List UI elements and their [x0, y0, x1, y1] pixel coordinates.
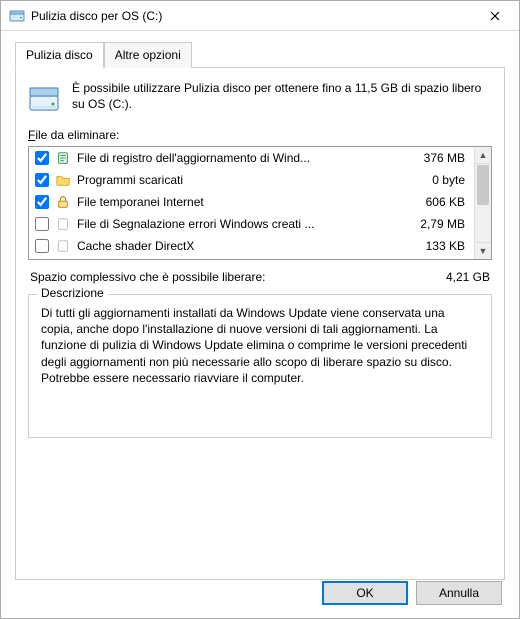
- tab-altre-opzioni[interactable]: Altre opzioni: [104, 42, 192, 68]
- file-checkbox[interactable]: [35, 217, 49, 231]
- cancel-button[interactable]: Annulla: [416, 581, 502, 605]
- file-name: Programmi scaricati: [77, 173, 389, 187]
- description-label: Descrizione: [37, 286, 108, 300]
- log-icon: [55, 150, 71, 166]
- file-name: File di Segnalazione errori Windows crea…: [77, 217, 389, 231]
- ok-button[interactable]: OK: [322, 581, 408, 605]
- close-button[interactable]: [475, 2, 515, 30]
- file-size: 376 MB: [389, 151, 469, 165]
- file-list: File di registro dell'aggiornamento di W…: [28, 146, 492, 260]
- folder-icon: [55, 172, 71, 188]
- titlebar: Pulizia disco per OS (C:): [1, 1, 519, 31]
- blank-icon: [55, 238, 71, 254]
- files-to-delete-label: File da eliminare:: [28, 128, 492, 142]
- file-row[interactable]: File di Segnalazione errori Windows crea…: [29, 213, 473, 235]
- file-checkbox[interactable]: [35, 239, 49, 253]
- description-group: Descrizione Di tutti gli aggiornamenti i…: [28, 294, 492, 438]
- scroll-down-button[interactable]: ▼: [475, 242, 491, 259]
- file-row[interactable]: File di registro dell'aggiornamento di W…: [29, 147, 473, 169]
- tab-pulizia-disco[interactable]: Pulizia disco: [15, 42, 104, 68]
- file-name: File di registro dell'aggiornamento di W…: [77, 151, 389, 165]
- description-text: Di tutti gli aggiornamenti installati da…: [41, 305, 479, 425]
- file-list-scrollbar[interactable]: ▲ ▼: [474, 147, 491, 259]
- window-title: Pulizia disco per OS (C:): [31, 9, 475, 23]
- blank-icon: [55, 216, 71, 232]
- tabstrip: Pulizia disco Altre opzioni: [15, 41, 505, 68]
- file-name: Cache shader DirectX: [77, 239, 389, 253]
- scroll-up-button[interactable]: ▲: [475, 147, 491, 164]
- file-size: 0 byte: [389, 173, 469, 187]
- file-checkbox[interactable]: [35, 151, 49, 165]
- file-row[interactable]: Cache shader DirectX133 KB: [29, 235, 473, 257]
- file-row[interactable]: File temporanei Internet606 KB: [29, 191, 473, 213]
- file-checkbox[interactable]: [35, 195, 49, 209]
- file-size: 606 KB: [389, 195, 469, 209]
- drive-cleanup-icon: [9, 8, 25, 24]
- file-row[interactable]: Programmi scaricati0 byte: [29, 169, 473, 191]
- lock-icon: [55, 194, 71, 210]
- file-checkbox[interactable]: [35, 173, 49, 187]
- tab-panel: È possibile utilizzare Pulizia disco per…: [15, 68, 505, 580]
- file-name: File temporanei Internet: [77, 195, 389, 209]
- file-size: 2,79 MB: [389, 217, 469, 231]
- drive-icon: [28, 82, 60, 114]
- intro-text: È possibile utilizzare Pulizia disco per…: [72, 80, 492, 114]
- total-space-value: 4,21 GB: [446, 270, 490, 284]
- total-space-label: Spazio complessivo che è possibile liber…: [30, 270, 265, 284]
- file-size: 133 KB: [389, 239, 469, 253]
- scroll-thumb[interactable]: [477, 165, 489, 205]
